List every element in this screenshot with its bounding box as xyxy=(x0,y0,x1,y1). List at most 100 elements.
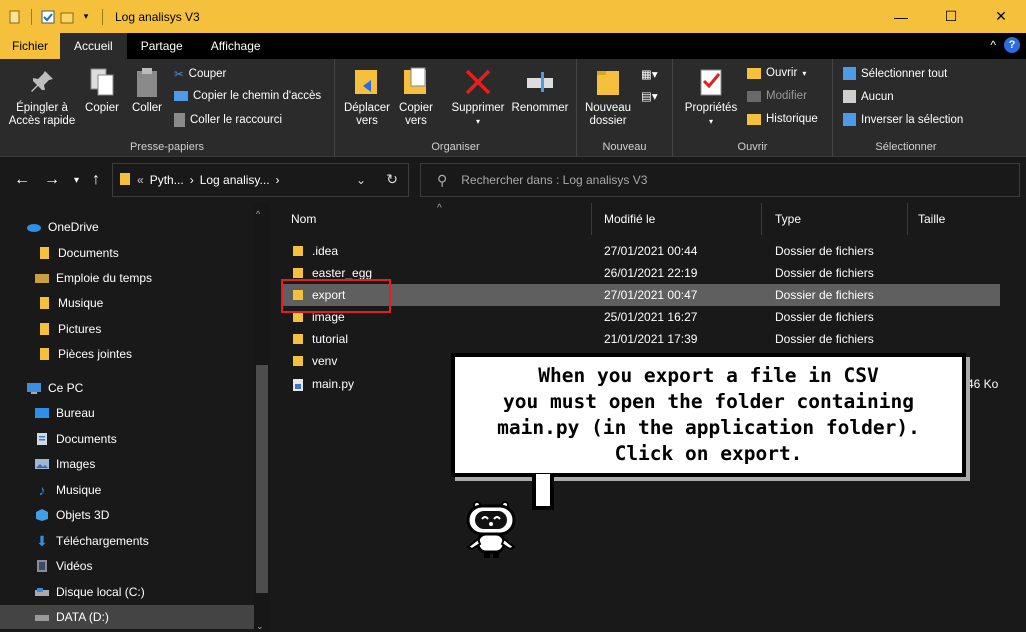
sidebar-item-music[interactable]: Musique xyxy=(0,291,254,315)
breadcrumb-overflow[interactable]: « xyxy=(137,173,144,187)
sidebar-item-desktop[interactable]: Bureau xyxy=(0,401,254,425)
sidebar-item-3d-objects[interactable]: Objets 3D xyxy=(0,503,254,527)
file-row-selected[interactable]: export 27/01/2021 00:47 Dossier de fichi… xyxy=(282,284,1000,306)
rename-button[interactable]: Renommer xyxy=(509,65,571,115)
sidebar-item-downloads[interactable]: ⬇ Téléchargements xyxy=(0,529,254,553)
quick-access-toolbar: ▾ xyxy=(0,8,107,25)
sidebar-item-schedule[interactable]: Emploie du temps xyxy=(0,266,254,290)
column-header-modified[interactable]: Modifié le xyxy=(592,203,762,235)
paste-shortcut-label: Coller le raccourci xyxy=(190,114,283,126)
sidebar-item-label: Pictures xyxy=(58,322,102,336)
sidebar-item-onedrive[interactable]: OneDrive xyxy=(0,215,254,239)
delete-button[interactable]: Supprimer ▾ xyxy=(447,65,509,128)
breadcrumb-item[interactable]: Log analisy... xyxy=(200,173,270,187)
chevron-up-icon[interactable]: ^ xyxy=(990,38,996,52)
new-folder-icon[interactable] xyxy=(60,10,74,24)
tab-view[interactable]: Affichage xyxy=(197,33,275,59)
refresh-button[interactable]: ↻ xyxy=(386,171,398,188)
sidebar-item-drive-c[interactable]: Disque local (C:) xyxy=(0,580,254,604)
cut-button[interactable]: ✂ Couper xyxy=(174,67,226,81)
easy-access-button[interactable]: ▤▾ xyxy=(641,89,658,103)
copy-path-button[interactable]: Copier le chemin d'accès xyxy=(174,90,321,102)
sidebar-item-pictures[interactable]: Pictures xyxy=(0,317,254,341)
file-row[interactable]: easter_egg 26/01/2021 22:19 Dossier de f… xyxy=(282,262,1000,284)
delete-icon xyxy=(464,65,492,99)
tab-file[interactable]: Fichier xyxy=(0,33,61,59)
python-file-icon xyxy=(292,378,304,391)
edit-button[interactable]: Modifier xyxy=(747,90,807,102)
select-none-label: Aucun xyxy=(861,90,894,103)
move-to-button[interactable]: Déplacer vers xyxy=(341,65,393,128)
file-row[interactable]: tutorial 21/01/2021 17:39 Dossier de fic… xyxy=(282,328,1000,350)
tab-home[interactable]: Accueil xyxy=(60,33,127,59)
breadcrumb-separator[interactable]: › xyxy=(276,173,280,187)
paste-button[interactable]: Coller xyxy=(128,65,166,115)
cut-label: Couper xyxy=(188,68,227,80)
column-header-type[interactable]: Type xyxy=(762,203,908,235)
select-all-button[interactable]: Sélectionner tout xyxy=(843,67,947,80)
search-box[interactable]: ⚲ Rechercher dans : Log analisys V3 xyxy=(420,163,1020,197)
sidebar-item-videos[interactable]: Vidéos xyxy=(0,554,254,578)
pin-quick-access-button[interactable]: Épingler à Accès rapide xyxy=(6,65,78,128)
minimize-button[interactable]: — xyxy=(876,0,926,33)
sidebar-item-documents-pc[interactable]: Documents xyxy=(0,427,254,451)
sidebar-item-label: Documents xyxy=(58,246,119,260)
scroll-down-arrow-icon[interactable]: ⌄ xyxy=(256,621,264,632)
invert-selection-button[interactable]: Inverser la sélection xyxy=(843,113,963,126)
edit-icon xyxy=(747,90,761,102)
forward-button[interactable]: → xyxy=(44,171,60,189)
column-header-name[interactable]: Nom ^ xyxy=(272,203,592,235)
maximize-button[interactable]: ☐ xyxy=(926,0,976,33)
sidebar-item-label: Musique xyxy=(56,483,102,497)
window-controls: — ☐ ✕ xyxy=(876,0,1026,33)
chevron-down-icon[interactable]: ▾ xyxy=(79,10,93,24)
up-button[interactable]: ↑ xyxy=(92,171,100,189)
help-icon[interactable]: ? xyxy=(1004,37,1020,53)
sidebar-item-label: Musique xyxy=(58,296,104,310)
sidebar-item-music-pc[interactable]: ♪ Musique xyxy=(0,478,254,502)
paste-shortcut-button[interactable]: Coller le raccourci xyxy=(174,113,282,127)
computer-icon xyxy=(26,380,42,396)
properties-icon[interactable] xyxy=(41,10,55,24)
new-folder-button[interactable]: Nouveau dossier xyxy=(583,65,633,128)
file-modified: 25/01/2021 16:27 xyxy=(604,310,698,324)
open-button[interactable]: Ouvrir ▾ xyxy=(747,67,806,79)
select-none-button[interactable]: Aucun xyxy=(843,90,894,103)
column-header-size[interactable]: Taille xyxy=(908,203,1026,235)
file-row[interactable]: .idea 27/01/2021 00:44 Dossier de fichie… xyxy=(282,240,1000,262)
tab-share[interactable]: Partage xyxy=(127,33,197,59)
properties-button[interactable]: Propriétés ▾ xyxy=(681,65,741,128)
download-icon: ⬇ xyxy=(36,532,48,549)
sidebar-item-drive-d[interactable]: DATA (D:) xyxy=(0,605,254,629)
folder-icon xyxy=(292,267,304,279)
new-item-button[interactable]: ▦▾ xyxy=(641,67,658,81)
close-button[interactable]: ✕ xyxy=(976,0,1026,33)
file-size: 46 Ko xyxy=(967,377,999,391)
address-bar[interactable]: « Pyth... › Log analisy... › ⌄ ↻ xyxy=(112,163,409,197)
sidebar-item-this-pc[interactable]: Ce PC xyxy=(0,376,254,400)
address-dropdown-button[interactable]: ⌄ xyxy=(356,173,366,187)
new-folder-label: Nouveau dossier xyxy=(584,102,632,127)
sidebar-item-documents[interactable]: Documents xyxy=(0,241,254,265)
recent-locations-button[interactable]: ▾ xyxy=(74,175,79,186)
drive-icon xyxy=(34,584,50,600)
history-button[interactable]: Historique xyxy=(747,113,818,125)
breadcrumb-separator[interactable]: › xyxy=(190,173,194,187)
file-row[interactable]: image 25/01/2021 16:27 Dossier de fichie… xyxy=(282,306,1000,328)
copy-to-button[interactable]: Copier vers xyxy=(395,65,437,128)
back-button[interactable]: ← xyxy=(14,171,30,189)
breadcrumb-item[interactable]: Pyth... xyxy=(150,173,184,187)
sidebar-item-images[interactable]: Images xyxy=(0,452,254,476)
folder-icon xyxy=(292,333,304,345)
sidebar-scroll-thumb[interactable] xyxy=(256,365,268,593)
bubble-line: main.py (in the application folder). xyxy=(497,416,920,439)
select-all-label: Sélectionner tout xyxy=(861,67,948,80)
copy-button[interactable]: Copier xyxy=(82,65,122,115)
video-icon xyxy=(34,558,50,574)
folder-icon xyxy=(36,245,52,261)
select-none-icon xyxy=(843,90,856,103)
file-modified: 27/01/2021 00:47 xyxy=(604,288,698,302)
cloud-icon xyxy=(26,219,42,235)
sidebar-item-attachments[interactable]: Pièces jointes xyxy=(0,342,254,366)
scroll-up-arrow-icon[interactable]: ^ xyxy=(256,209,260,219)
